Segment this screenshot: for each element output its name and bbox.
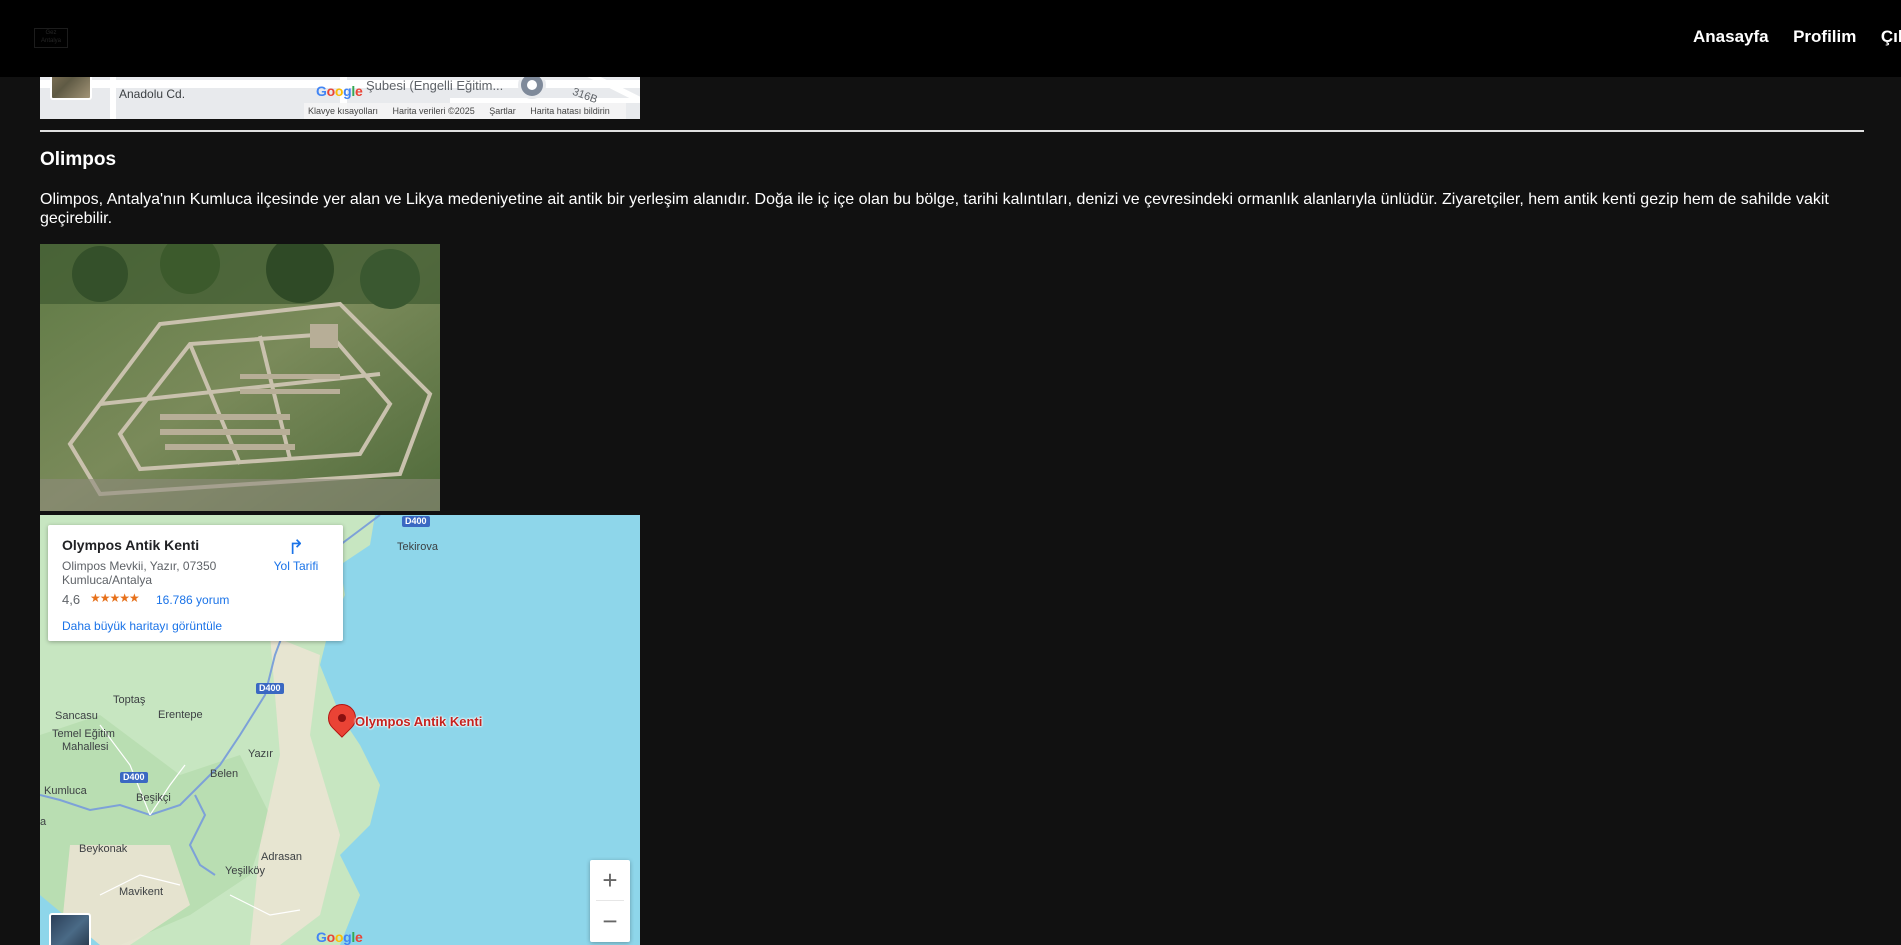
info-place-name: Olympos Antik Kenti: [62, 537, 200, 553]
report-error-link[interactable]: Harita hatası bildirin: [530, 106, 610, 116]
place-title: Olimpos: [40, 149, 117, 170]
place-description: Olimpos, Antalya'nın Kumluca ilçesinde y…: [40, 191, 1829, 227]
site-logo[interactable]: Gez Antalya: [34, 28, 68, 48]
map-label-adrasan: Adrasan: [261, 851, 302, 863]
main-nav: Anasayfa Profilim Çıkış: [1693, 27, 1901, 47]
map-label-belen: Belen: [210, 768, 239, 780]
map-label-kumluca: Kumluca: [44, 785, 87, 797]
road-shield-d400: D400: [256, 683, 284, 694]
satellite-layer-thumbnail[interactable]: [49, 913, 91, 945]
map-label-temel-egitim: Temel Eğitim: [52, 728, 115, 740]
zoom-in-button[interactable]: +: [590, 860, 630, 900]
view-larger-map-link[interactable]: Daha büyük haritayı görüntüle: [62, 619, 222, 633]
terms-link[interactable]: Şartlar: [489, 106, 516, 116]
place-info-card: Olympos Antik Kenti Olimpos Mevkii, Yazı…: [48, 525, 343, 641]
place-photo: [40, 244, 440, 511]
map-label-sancasu: Sancasu: [55, 710, 98, 722]
road-shield-d400: D400: [402, 516, 430, 527]
keyboard-shortcuts-link[interactable]: Klavye kısayolları: [308, 106, 378, 116]
ruins-aerial-image: [40, 244, 440, 511]
directions-label: Yol Tarifi: [273, 559, 319, 573]
map-street-label: Anadolu Cd.: [119, 87, 186, 101]
map-data-text: Harita verileri ©2025: [392, 106, 475, 116]
nav-profile-link[interactable]: Profilim: [1793, 27, 1856, 47]
map-label-toptas: Toptaş: [113, 694, 146, 706]
map-label-mahallesi: Mahallesi: [62, 741, 109, 753]
map-attribution-bar: Klavye kısayolları Harita verileri ©2025…: [304, 103, 626, 119]
zoom-out-button[interactable]: −: [590, 901, 630, 941]
info-address: Olimpos Mevkii, Yazır, 07350 Kumluca/Ant…: [62, 559, 217, 587]
info-rating-value: 4,6: [62, 592, 81, 607]
map-label-beykonak: Beykonak: [79, 843, 128, 855]
road-shield-d400: D400: [120, 772, 148, 783]
top-navigation-bar: Gez Antalya Anasayfa Profilim Çıkış: [0, 0, 1901, 77]
google-map-embed[interactable]: Olympos Antik Kenti Olimpos Mevkii, Yazı…: [40, 515, 640, 945]
nav-home-link[interactable]: Anasayfa: [1693, 27, 1769, 47]
marker-label[interactable]: Olympos Antik Kenti: [355, 714, 482, 729]
map-label-erentepe: Erentepe: [158, 709, 203, 721]
info-star-rating: ★★★★★: [90, 591, 140, 605]
zoom-controls: + −: [590, 860, 630, 942]
map-label-yesilkoy: Yeşilköy: [225, 865, 265, 877]
map-label-yazir: Yazır: [248, 748, 273, 760]
directions-button[interactable]: ↱ Yol Tarifi: [266, 537, 326, 573]
map-label-mavikent: Mavikent: [119, 886, 164, 898]
nav-logout-link[interactable]: Çıkış: [1881, 27, 1901, 47]
map-label-tekirova: Tekirova: [397, 541, 438, 553]
directions-arrow-icon: ↱: [287, 537, 305, 559]
section-divider: [40, 130, 1864, 132]
google-logo: Google: [316, 83, 363, 99]
map-label-edge: a: [40, 816, 47, 828]
map-place-label: Şubesi (Engelli Eğitim...: [366, 78, 504, 93]
info-reviews-link[interactable]: 16.786 yorum: [156, 593, 229, 607]
map-label-besikci: Beşikçi: [136, 792, 171, 804]
